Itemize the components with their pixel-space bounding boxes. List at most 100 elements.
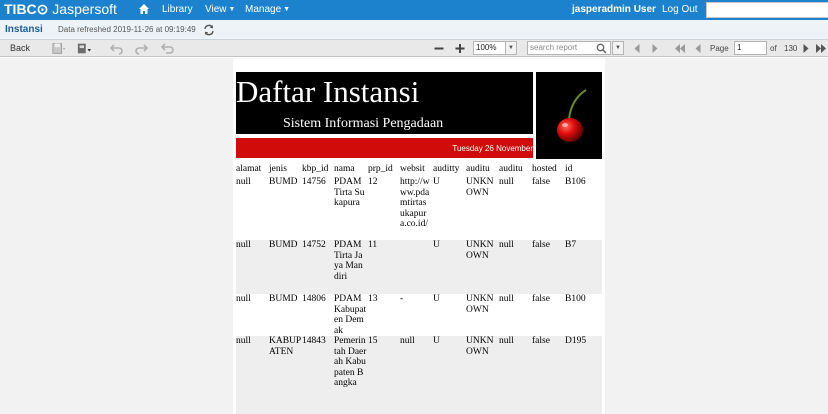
- column-header: alamat: [236, 164, 262, 174]
- table-cell: null: [499, 177, 514, 187]
- table-cell: false: [532, 177, 550, 187]
- table-cell: UNKNOWN: [466, 240, 494, 261]
- cherry-image: [536, 72, 602, 159]
- brand-tibco: TIBC⊙: [4, 1, 49, 17]
- table-row: null BUMD 14806 PDAM Kabupaten Demak 13 - U UNK…: [236, 294, 602, 336]
- column-header: prp_id: [368, 164, 393, 174]
- table-cell: null: [236, 336, 251, 346]
- next-result-icon[interactable]: [648, 42, 662, 55]
- table-cell: U: [433, 294, 440, 304]
- total-pages: 130: [784, 44, 798, 53]
- nav-view-label: View: [205, 4, 227, 15]
- table-cell: null: [400, 336, 415, 346]
- column-header: hosted: [532, 164, 557, 174]
- nav-library[interactable]: Library: [162, 3, 193, 17]
- refresh-icon[interactable]: [203, 24, 215, 36]
- jaspersoft-logo[interactable]: TIBC⊙ Jaspersoft: [4, 1, 117, 18]
- column-header: jenis: [269, 164, 287, 174]
- report-date: Tuesday 26 November: [452, 144, 533, 153]
- nav-view-menu[interactable]: View ▼: [205, 3, 235, 18]
- home-icon[interactable]: [138, 3, 150, 15]
- chevron-down-icon: ▼: [228, 6, 236, 13]
- table-cell: 13: [368, 294, 378, 304]
- zoom-select[interactable]: 100% ▼: [473, 41, 517, 55]
- table-cell: null: [236, 177, 251, 187]
- prev-page-icon[interactable]: [691, 42, 705, 55]
- table-cell: 14806: [302, 294, 326, 304]
- table-cell: null: [236, 240, 251, 250]
- table-row: null KABUPATEN 14843 Pemerintah Daerah Kabu…: [236, 336, 602, 414]
- column-header: kbp_id: [302, 164, 329, 174]
- report-header-banner: Daftar Instansi Sistem Informasi Pengada…: [236, 72, 533, 134]
- table-cell: U: [433, 336, 440, 346]
- undo-all-icon[interactable]: [160, 42, 174, 55]
- report-title: Daftar Instansi: [236, 74, 420, 109]
- column-header: auditu: [499, 164, 523, 174]
- table-cell: null: [236, 294, 251, 304]
- table-cell: -: [400, 294, 404, 304]
- column-header: auditty: [433, 164, 460, 174]
- redo-icon[interactable]: [134, 42, 148, 55]
- report-page: Daftar Instansi Sistem Informasi Pengada…: [233, 58, 605, 414]
- table-cell: U: [433, 177, 440, 187]
- search-options-dropdown[interactable]: ▼: [612, 41, 624, 55]
- undo-icon[interactable]: [110, 42, 124, 55]
- table-cell: 14752: [302, 240, 326, 250]
- prev-result-icon[interactable]: [630, 42, 644, 55]
- table-cell: KABUPATEN: [269, 336, 302, 357]
- table-cell: BUMD: [269, 240, 298, 250]
- report-title-bar: Instansi Data refreshed 2019-11-26 at 09…: [0, 20, 828, 40]
- first-page-icon[interactable]: [673, 42, 687, 55]
- table-cell: UNKNOWN: [466, 294, 494, 315]
- nav-manage-label: Manage: [245, 4, 282, 15]
- last-page-icon[interactable]: [814, 42, 828, 55]
- table-cell: PDAM Tirta Jaya Mandiri: [334, 240, 363, 282]
- table-cell: 14843: [302, 336, 326, 346]
- table-cell: null: [499, 336, 514, 346]
- global-search-input[interactable]: [706, 2, 828, 18]
- export-icon[interactable]: [77, 42, 91, 55]
- table-cell: B100: [565, 294, 586, 304]
- column-header: auditu: [466, 164, 490, 174]
- top-navigation-bar: TIBC⊙ Jaspersoft Library View ▼ Manage ▼ j…: [0, 0, 828, 20]
- table-cell: BUMD: [269, 177, 298, 187]
- table-cell: null: [499, 240, 514, 250]
- table-cell: Pemerintah Daerah Kabupaten Bangka: [334, 336, 367, 388]
- column-header: nama: [334, 164, 355, 174]
- zoom-out-icon[interactable]: [432, 42, 446, 55]
- table-cell: BUMD: [269, 294, 298, 304]
- page-title: Instansi: [5, 24, 43, 35]
- report-viewport[interactable]: Daftar Instansi Sistem Informasi Pengada…: [0, 58, 828, 414]
- search-icon[interactable]: [596, 43, 607, 54]
- table-cell: 15: [368, 336, 378, 346]
- table-cell: UNKNOWN: [466, 336, 494, 357]
- zoom-value: 100%: [476, 43, 497, 52]
- save-icon[interactable]: [52, 42, 66, 55]
- user-name[interactable]: jasperadmin User: [572, 3, 656, 17]
- page-number-input[interactable]: 1: [734, 41, 767, 55]
- table-cell: null: [499, 294, 514, 304]
- table-cell: 12: [368, 177, 378, 187]
- table-cell: false: [532, 240, 550, 250]
- data-refreshed-status: Data refreshed 2019-11-26 at 09:19:49: [58, 25, 196, 34]
- table-cell: PDAM Tirta Sukapura: [334, 177, 365, 208]
- zoom-in-icon[interactable]: [453, 42, 467, 55]
- table-cell: 14756: [302, 177, 326, 187]
- logout-link[interactable]: Log Out: [662, 3, 698, 17]
- nav-manage-menu[interactable]: Manage ▼: [245, 3, 290, 18]
- table-cell: false: [532, 294, 550, 304]
- table-cell: U: [433, 240, 440, 250]
- chevron-down-icon: ▼: [505, 42, 516, 54]
- chevron-down-icon: ▼: [283, 6, 291, 13]
- table-cell: PDAM Kabupaten Demak: [334, 294, 367, 336]
- report-toolbar: Back 100% ▼ search report ▼ Page 1 of 13…: [0, 40, 828, 57]
- table-cell: 11: [368, 240, 378, 250]
- page-label: Page: [710, 44, 729, 53]
- table-row: null BUMD 14756 PDAM Tirta Sukapura 12 http:/…: [236, 177, 602, 240]
- table-row: null BUMD 14752 PDAM Tirta Jaya Mandiri 11 U U…: [236, 240, 602, 294]
- of-label: of: [770, 44, 777, 53]
- report-subtitle: Sistem Informasi Pengadaan: [283, 116, 444, 131]
- next-page-icon[interactable]: [799, 42, 813, 55]
- back-button[interactable]: Back: [10, 42, 30, 54]
- brand-name: Jaspersoft: [52, 1, 117, 17]
